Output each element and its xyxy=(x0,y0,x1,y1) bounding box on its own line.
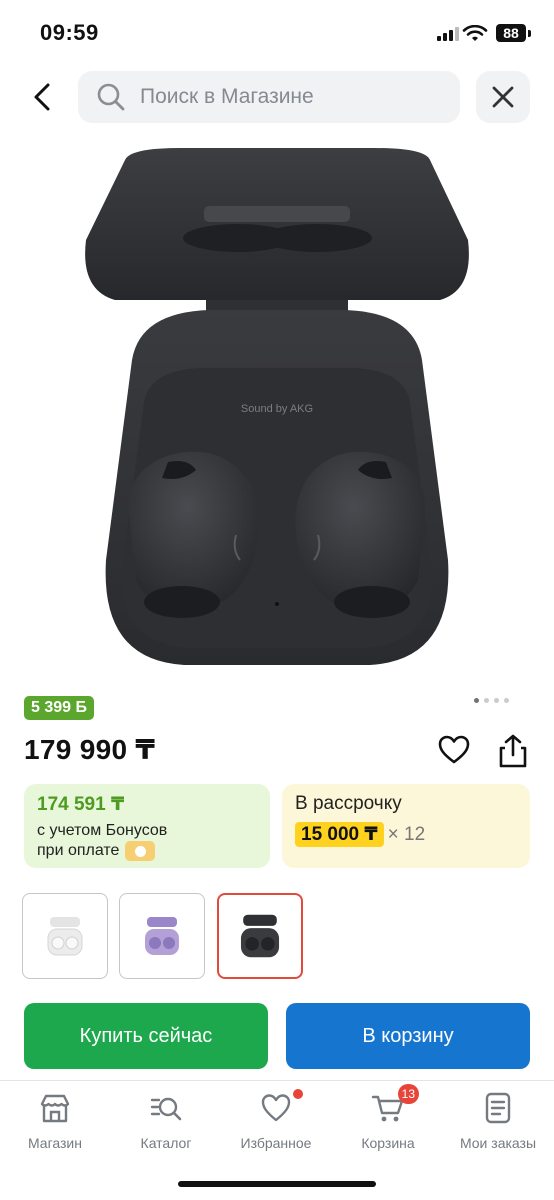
favorites-badge-dot xyxy=(293,1089,303,1099)
bonus-line-2: при оплате xyxy=(37,842,120,859)
catalog-search-icon xyxy=(150,1097,182,1121)
nav-item-orders[interactable]: Мои заказы xyxy=(448,1091,548,1151)
heart-icon[interactable] xyxy=(437,734,471,766)
add-to-cart-button[interactable]: В корзину xyxy=(286,1003,530,1069)
product-image-earbuds-case[interactable]: Sound by AKG xyxy=(70,140,484,680)
nav-label-cart: Корзина xyxy=(361,1135,415,1151)
installment-row: 15 000 ₸ × 12 xyxy=(295,822,517,847)
carousel-dots xyxy=(474,698,509,703)
installment-multiplier: × 12 xyxy=(387,823,426,845)
carousel-dot xyxy=(504,698,509,703)
nav-item-favorites[interactable]: Избранное xyxy=(226,1089,326,1151)
nav-item-catalog[interactable]: Каталог xyxy=(116,1091,216,1151)
earbuds-lavender-thumb xyxy=(145,917,179,955)
cart-badge-count: 13 xyxy=(397,1084,419,1104)
close-button[interactable] xyxy=(476,71,530,123)
bonus-coin-icon xyxy=(125,841,156,861)
carousel-dot xyxy=(474,698,479,703)
search-box[interactable] xyxy=(78,71,460,123)
search-icon xyxy=(97,83,125,111)
search-input[interactable] xyxy=(140,85,430,109)
nav-item-store[interactable]: Магазин xyxy=(5,1091,105,1151)
back-button[interactable] xyxy=(22,76,62,118)
nav-label-store: Магазин xyxy=(27,1135,82,1151)
carousel-dot xyxy=(484,698,489,703)
battery-indicator: 88 xyxy=(496,24,526,42)
bonus-price-amount: 174 591 ₸ xyxy=(37,794,125,815)
earbuds-graphite-thumb xyxy=(240,914,280,958)
close-icon xyxy=(492,86,514,108)
cellular-signal-icon xyxy=(437,27,459,41)
cart-icon-wrap: 13 xyxy=(371,1084,419,1125)
variant-graphite[interactable] xyxy=(217,893,303,979)
installment-card[interactable]: В рассрочку 15 000 ₸ × 12 xyxy=(282,784,530,868)
nav-label-favorites: Избранное xyxy=(240,1135,312,1151)
favorites-icon-wrap xyxy=(259,1089,303,1125)
variant-lavender[interactable] xyxy=(119,893,205,979)
chevron-left-icon xyxy=(34,83,50,111)
home-indicator xyxy=(178,1181,376,1187)
share-icon[interactable] xyxy=(496,733,530,769)
bonus-price-card[interactable]: 174 591 ₸ с учетом Бонусов при оплате xyxy=(24,784,270,868)
installment-amount: 15 000 ₸ xyxy=(295,822,384,847)
status-time: 09:59 xyxy=(40,20,99,45)
nav-label-catalog: Каталог xyxy=(140,1135,192,1151)
wifi-icon xyxy=(462,25,488,41)
earbuds-white-thumb xyxy=(47,917,83,956)
orders-icon xyxy=(485,1092,511,1124)
bonus-line-2-row: при оплате xyxy=(37,841,257,861)
bonus-line-1: с учетом Бонусов xyxy=(37,822,168,839)
akg-caption: Sound by AKG xyxy=(241,403,313,415)
nav-label-orders: Мои заказы xyxy=(459,1135,537,1151)
store-icon xyxy=(40,1094,70,1123)
variant-white[interactable] xyxy=(22,893,108,979)
nav-item-cart[interactable]: 13 Корзина xyxy=(338,1084,438,1151)
product-price: 179 990 ₸ xyxy=(24,734,156,765)
buy-now-button[interactable]: Купить сейчас xyxy=(24,1003,268,1069)
carousel-dot xyxy=(494,698,499,703)
heart-icon xyxy=(261,1094,291,1122)
status-bar: 09:59 88 xyxy=(0,0,554,64)
bonus-points-badge: 5 399 Б xyxy=(24,696,94,720)
battery-tip xyxy=(528,30,531,37)
installment-title: В рассрочку xyxy=(295,793,402,814)
